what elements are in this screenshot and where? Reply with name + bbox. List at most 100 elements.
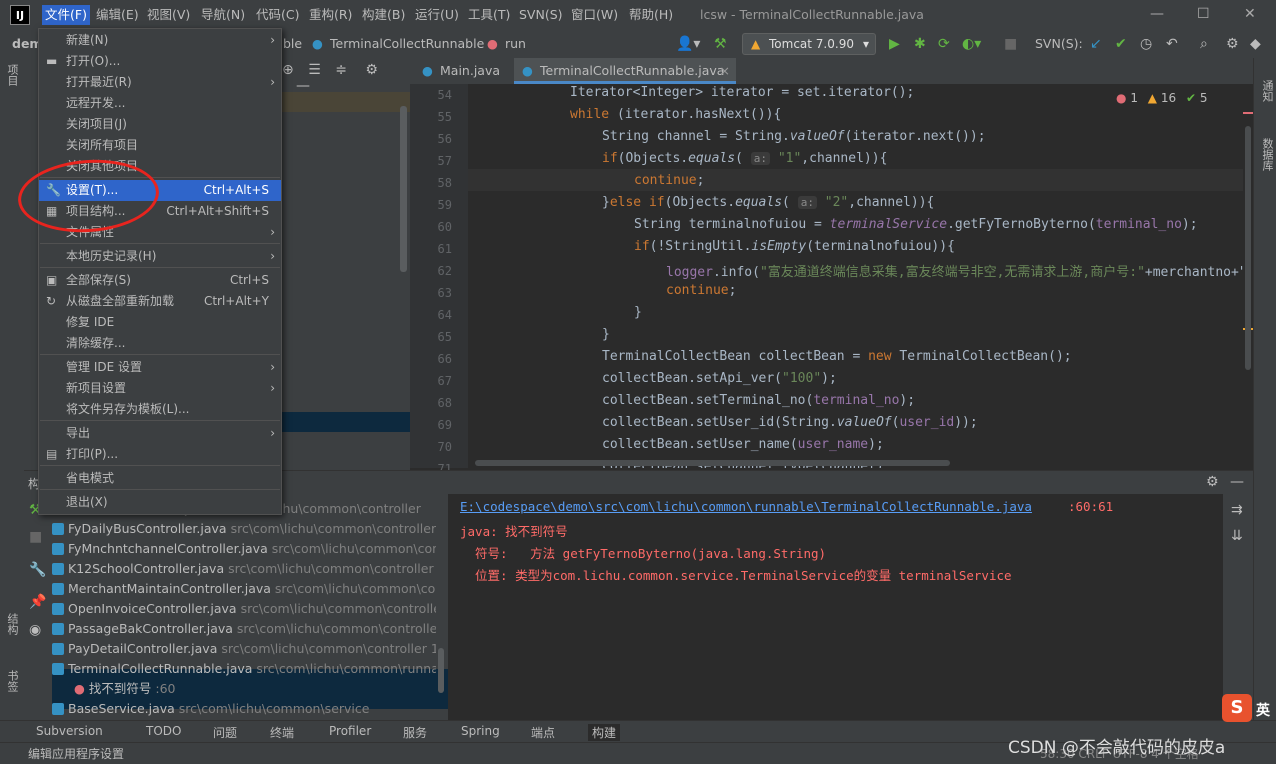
breadcrumb-partial[interactable]: ble (283, 36, 302, 51)
close-tab-icon[interactable]: × (720, 58, 730, 84)
breadcrumb-project[interactable]: demo (12, 36, 40, 51)
file-menu-item[interactable]: 本地历史记录(H) › (39, 246, 281, 267)
maximize-icon[interactable]: ☐ (1197, 6, 1210, 22)
file-menu-item[interactable]: 新建(N) › (39, 30, 281, 51)
breadcrumb-method[interactable]: run (505, 36, 526, 51)
minimize-icon[interactable]: — (1150, 6, 1164, 22)
file-menu-item[interactable]: 关闭所有项目 (39, 135, 281, 156)
eye-icon[interactable]: ◉ (29, 622, 41, 638)
collapse-icon[interactable]: ☰ (308, 62, 321, 78)
expand-icon[interactable]: ≑ (335, 62, 347, 78)
settings-gear-icon[interactable]: ⚙ (1226, 36, 1239, 52)
menu-window[interactable]: 窗口(W) (568, 5, 621, 25)
tree-file-row[interactable]: BaseService.java src\com\lichu\common\se… (52, 699, 436, 719)
tree-file-row[interactable]: MerchantMaintainController.java src\com\… (52, 579, 436, 599)
menu-refactor[interactable]: 重构(R) (306, 5, 355, 25)
tree-file-row[interactable]: TerminalCollectRunnable.java src\com\lic… (52, 659, 436, 679)
file-menu-item[interactable]: 省电模式 (39, 468, 281, 489)
file-menu-item[interactable]: 清除缓存... (39, 333, 281, 354)
file-menu-item[interactable]: 关闭项目(J) (39, 114, 281, 135)
panel-gear-icon[interactable]: ⚙ (365, 62, 378, 78)
hide-icon[interactable]: — (296, 78, 310, 94)
build-stop-icon[interactable]: ■ (29, 529, 42, 545)
svn-commit-icon[interactable]: ✔ (1115, 36, 1127, 52)
menu-navigate[interactable]: 导航(N) (198, 5, 248, 25)
tool-subversion[interactable]: Subversion (36, 724, 103, 738)
stop-icon[interactable]: ■ (1004, 36, 1017, 52)
tool-problems[interactable]: 问题 (213, 724, 237, 741)
notifications-tool-button[interactable]: 通知 (1259, 80, 1275, 102)
tool-build[interactable]: 构建 (588, 724, 621, 741)
menu-code[interactable]: 代码(C) (253, 5, 302, 25)
file-menu-item[interactable]: 退出(X) (39, 492, 281, 513)
file-menu-item[interactable]: 远程开发... (39, 93, 281, 114)
tree-scrollbar[interactable] (438, 648, 444, 693)
menu-run[interactable]: 运行(U) (412, 5, 462, 25)
tree-file-row[interactable]: K12SchoolController.java src\com\lichu\c… (52, 559, 436, 579)
file-menu-item[interactable]: 管理 IDE 设置 › (39, 357, 281, 378)
run-config-select[interactable]: ▲ Tomcat 7.0.90 ▾ (742, 33, 876, 55)
file-menu-item[interactable]: 新项目设置 › (39, 378, 281, 399)
breadcrumb-class[interactable]: TerminalCollectRunnable (330, 36, 484, 51)
tab-main-java[interactable]: ● Main.java (414, 58, 522, 84)
jetbrains-icon[interactable]: ◆ (1250, 36, 1261, 52)
tree-error-row[interactable]: ● 找不到符号 :60 (74, 679, 458, 699)
build-hide-icon[interactable]: — (1230, 474, 1244, 490)
file-menu-item[interactable]: 打开最近(R) › (39, 72, 281, 93)
svn-update-icon[interactable]: ↙ (1090, 36, 1102, 52)
build-gear-icon[interactable]: ⚙ (1206, 474, 1219, 490)
tool-terminal[interactable]: 终端 (270, 724, 294, 741)
debug-icon[interactable]: ✱ (914, 36, 926, 52)
file-menu-item[interactable]: ▬ 打开(O)... (39, 51, 281, 72)
history-icon[interactable]: ◷ (1140, 36, 1152, 52)
menu-svn[interactable]: SVN(S) (516, 5, 566, 25)
revert-icon[interactable]: ↶ (1166, 36, 1178, 52)
menu-file[interactable]: 文件(F) (42, 5, 90, 25)
file-menu-item[interactable]: ▣ 全部保存(S) Ctrl+S (39, 270, 281, 291)
soft-wrap-icon[interactable]: ⇉ (1231, 502, 1243, 518)
wrench-icon[interactable]: 🔧 (29, 562, 46, 578)
tool-services[interactable]: 服务 (403, 724, 427, 741)
structure-tool-button[interactable]: 结构 (4, 613, 20, 635)
project-scrollbar[interactable] (400, 106, 407, 272)
editor-scrollbar[interactable] (1245, 126, 1251, 370)
inspection-widget[interactable]: ● 1 ▲ 16 ✔ 5 (1116, 91, 1207, 105)
ime-mode-label[interactable]: 英 (1256, 700, 1270, 720)
error-location-link[interactable]: E:\codespace\demo\src\com\lichu\common\r… (460, 499, 1032, 514)
coverage-icon[interactable]: ⟳ (938, 36, 950, 52)
scroll-end-icon[interactable]: ⇊ (1231, 528, 1243, 544)
menu-tools[interactable]: 工具(T) (465, 5, 513, 25)
build-hammer-icon[interactable]: ⚒ (714, 36, 727, 52)
ime-icon[interactable]: S (1222, 694, 1252, 722)
profile-icon[interactable]: ◐▾ (962, 36, 981, 52)
tool-todo[interactable]: TODO (146, 724, 181, 738)
editor-hscrollbar[interactable] (475, 460, 950, 466)
tool-spring[interactable]: Spring (461, 724, 500, 738)
build-output[interactable]: E:\codespace\demo\src\com\lichu\common\r… (448, 494, 1223, 720)
run-icon[interactable]: ▶ (889, 36, 900, 52)
pin-icon[interactable]: 📌 (29, 594, 46, 610)
tree-file-row[interactable]: PayDetailController.java src\com\lichu\c… (52, 639, 436, 659)
user-icon[interactable]: 👤▾ (676, 36, 700, 52)
menu-help[interactable]: 帮助(H) (626, 5, 676, 25)
database-tool-button[interactable]: 数据库 (1259, 138, 1275, 171)
tree-file-row[interactable]: FyDailyBusController.java src\com\lichu\… (52, 519, 436, 539)
menu-edit[interactable]: 编辑(E) (93, 5, 142, 25)
code-editor[interactable]: Iterator<Integer> iterator = set.iterato… (468, 84, 1243, 468)
menu-view[interactable]: 视图(V) (144, 5, 193, 25)
bookmarks-tool-button[interactable]: 书签 (4, 670, 20, 692)
close-icon[interactable]: ✕ (1244, 6, 1256, 22)
menu-build[interactable]: 构建(B) (359, 5, 408, 25)
project-tool-button[interactable]: 项目 (4, 64, 20, 86)
tab-terminal-collect-runnable[interactable]: ● TerminalCollectRunnable.java × (514, 58, 736, 84)
tool-endpoints[interactable]: 端点 (531, 724, 555, 741)
file-menu-item[interactable]: ↻ 从磁盘全部重新加载 Ctrl+Alt+Y (39, 291, 281, 312)
file-menu-item[interactable]: 修复 IDE (39, 312, 281, 333)
file-menu-item[interactable]: 将文件另存为模板(L)... (39, 399, 281, 420)
search-icon[interactable]: ⌕ (1200, 36, 1208, 52)
tree-file-row[interactable]: OpenInvoiceController.java src\com\lichu… (52, 599, 436, 619)
file-menu-item[interactable]: 导出 › (39, 423, 281, 444)
editor-error-stripe[interactable] (1243, 84, 1253, 468)
target-icon[interactable]: ⊕ (282, 62, 294, 78)
tree-file-row[interactable]: PassageBakController.java src\com\lichu\… (52, 619, 436, 639)
